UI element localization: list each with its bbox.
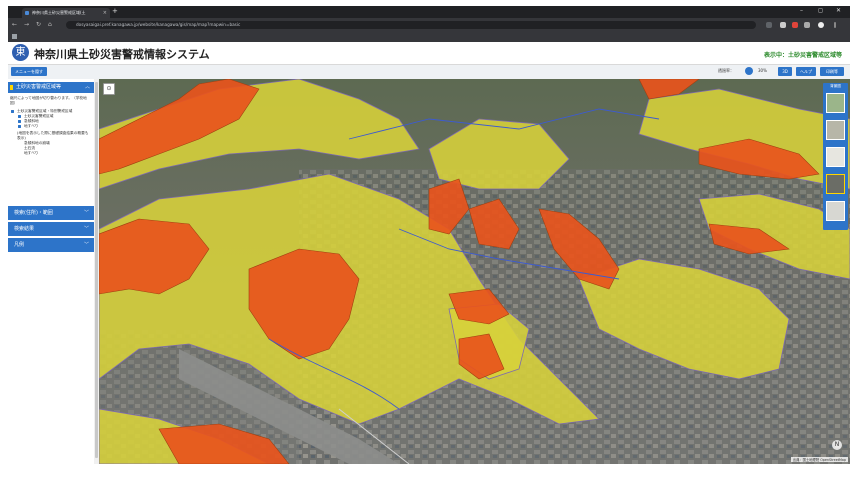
sidebar: 土砂災害警戒区域等 ︿ 縮尺によって地図が切り替わります。（学校地図） 土砂災害… <box>8 79 95 464</box>
app-logo: 東 <box>12 44 29 61</box>
accordion-label: 凡例 <box>14 242 25 248</box>
transparency-value: 30% <box>758 68 767 73</box>
chevron-down-icon: ﹀ <box>83 242 89 248</box>
kebab-menu-icon[interactable] <box>834 22 836 28</box>
extensions-puzzle-icon[interactable] <box>804 22 810 28</box>
checkbox-label: 地すべり <box>24 124 39 128</box>
extension-icon[interactable] <box>780 22 786 28</box>
chevron-down-icon: ﹀ <box>83 226 89 232</box>
checkbox[interactable] <box>11 110 14 113</box>
transparency-slider[interactable] <box>745 67 753 75</box>
tab-title: 神奈川県土砂災害警戒区域(土 <box>32 10 86 15</box>
new-tab-button[interactable]: + <box>112 7 118 15</box>
browser-tab[interactable]: 神奈川県土砂災害警戒区域(土 × <box>22 8 110 18</box>
background-map-title: 背景図 <box>830 84 841 88</box>
back-icon[interactable]: ← <box>12 21 17 28</box>
sidebar-note: (地図を表示した際に基礎調査結果の概要も表示) <box>17 131 89 140</box>
transparency-label: 透過率： <box>718 68 734 73</box>
3d-button[interactable]: 3D <box>778 67 792 76</box>
map-canvas[interactable] <box>99 79 850 464</box>
background-map-panel: 背景図 <box>823 83 848 230</box>
accordion-label: 検索(住所)・範囲 <box>14 210 53 216</box>
compass-icon[interactable]: N <box>832 440 842 450</box>
apps-grid-icon[interactable] <box>12 34 17 39</box>
minimize-button[interactable]: – <box>800 7 803 14</box>
address-bar-row: ← → ↻ ⌂ dosyasaigai.pref.kanagawa.jp/web… <box>8 18 850 32</box>
app-header: 東 神奈川県土砂災害警戒情報システム 表示中：土砂災害警戒区域等 <box>8 42 850 65</box>
close-window-button[interactable]: ✕ <box>836 7 841 14</box>
checkbox-label: 土砂災害警戒区域 <box>24 114 54 118</box>
extension-red-icon[interactable] <box>792 22 798 28</box>
scrollbar-thumb[interactable] <box>95 82 98 458</box>
favicon-icon <box>25 11 29 15</box>
sidebar-body: 縮尺によって地図が切り替わります。（学校地図） 土砂災害警戒区域・特別警戒区域 … <box>10 96 92 156</box>
section-marker <box>10 85 13 90</box>
help-button[interactable]: ヘルプ <box>796 67 816 76</box>
accordion-label: 検索結果 <box>14 226 35 232</box>
checkbox[interactable] <box>18 125 21 128</box>
bg-thumb-pale[interactable] <box>826 201 845 221</box>
url-field[interactable]: dosyasaigai.pref.kanagawa.jp/website/kan… <box>66 21 756 29</box>
display-status: 表示中：土砂災害警戒区域等 <box>763 52 842 59</box>
print-button[interactable]: 印刷等 <box>820 67 844 76</box>
sub-note-3: 地すべり <box>24 151 39 155</box>
bg-thumb-map[interactable] <box>826 93 845 113</box>
checkbox[interactable] <box>18 115 21 118</box>
section-title: 土砂災害警戒区域等 <box>16 84 62 90</box>
checkbox-row-landslide[interactable]: 地すべり <box>10 124 92 129</box>
sidebar-description: 縮尺によって地図が切り替わります。（学校地図） <box>10 96 87 105</box>
browser-window: 神奈川県土砂災害警戒区域(土 × + – ◻ ✕ ← → ↻ ⌂ dosyasa… <box>8 6 850 464</box>
checkbox-label: 急傾斜地 <box>24 119 39 123</box>
bg-thumb-standard[interactable] <box>826 147 845 167</box>
forward-icon[interactable]: → <box>24 21 29 28</box>
home-icon[interactable]: ⌂ <box>48 21 52 28</box>
accordion-search[interactable]: 検索(住所)・範囲 ﹀ <box>8 205 94 220</box>
bg-thumb-aerial[interactable] <box>826 120 845 140</box>
map-location-button[interactable]: ⊙ <box>103 83 115 95</box>
star-icon[interactable] <box>766 22 772 28</box>
app-title: 神奈川県土砂災害警戒情報システム <box>34 48 210 61</box>
browser-tab-bar: 神奈川県土砂災害警戒区域(土 × + – ◻ ✕ <box>8 6 850 18</box>
toolbar: メニューを隠す 透過率： 30% 3D ヘルプ 印刷等 <box>8 65 850 79</box>
map-view[interactable]: ⊙ 背景図 N 出典：国土地理院 OpenStreetMap <box>99 79 850 464</box>
map-attribution: 出典：国土地理院 OpenStreetMap <box>790 457 848 462</box>
profile-avatar[interactable] <box>818 22 824 28</box>
checkbox-label: 土砂災害警戒区域・特別警戒区域 <box>17 109 73 113</box>
chevron-down-icon: ﹀ <box>83 210 89 216</box>
accordion-legend[interactable]: 凡例 ﹀ <box>8 237 94 252</box>
chevron-up-icon[interactable]: ︿ <box>85 82 90 93</box>
accordion-results[interactable]: 検索結果 ﹀ <box>8 221 94 236</box>
hide-menu-button[interactable]: メニューを隠す <box>11 67 47 76</box>
reload-icon[interactable]: ↻ <box>36 21 41 28</box>
section-header[interactable]: 土砂災害警戒区域等 ︿ <box>8 82 94 93</box>
bookmarks-bar <box>8 32 850 42</box>
tab-close-icon[interactable]: × <box>103 8 107 18</box>
checkbox[interactable] <box>18 120 21 123</box>
bg-thumb-terrain-selected[interactable] <box>826 174 845 194</box>
maximize-button[interactable]: ◻ <box>818 7 823 14</box>
